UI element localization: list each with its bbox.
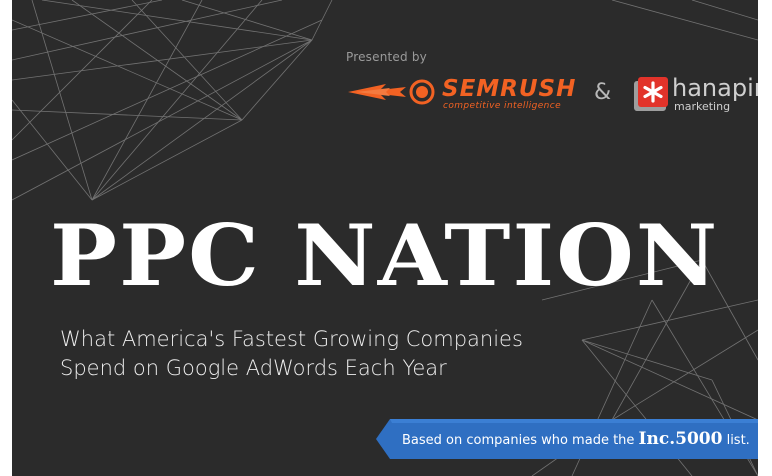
ampersand: & bbox=[594, 80, 612, 105]
ribbon-prefix: Based on companies who made the bbox=[402, 433, 639, 448]
semrush-rocket-icon bbox=[348, 79, 435, 105]
ribbon-text: Based on companies who made the Inc.5000… bbox=[402, 419, 750, 459]
ribbon-suffix: list. bbox=[722, 433, 750, 448]
inc-5000-ribbon: Based on companies who made the Inc.5000… bbox=[376, 419, 758, 459]
hanapin-wordmark: hanapin bbox=[672, 74, 758, 102]
subtitle-line-1: What America's Fastest Growing Companies bbox=[60, 327, 523, 351]
page-title: PPC NATION bbox=[50, 206, 720, 305]
semrush-logo: SEMRUSH competitive intelligence bbox=[346, 76, 578, 114]
subtitle: What America's Fastest Growing Companies… bbox=[60, 325, 523, 383]
hero-banner: Presented by SEMRUSH competitive intelli… bbox=[12, 0, 758, 476]
inc-5000-brand: Inc.5000 bbox=[638, 429, 723, 449]
hanapin-subtitle: marketing bbox=[674, 100, 731, 113]
semrush-tagline: competitive intelligence bbox=[443, 101, 562, 111]
hanapin-logo: hanapin marketing bbox=[632, 73, 758, 117]
presented-by-label: Presented by bbox=[346, 50, 427, 64]
hanapin-asterisk-icon bbox=[634, 77, 668, 111]
subtitle-line-2: Spend on Google AdWords Each Year bbox=[60, 356, 447, 380]
semrush-wordmark: SEMRUSH bbox=[442, 76, 577, 102]
